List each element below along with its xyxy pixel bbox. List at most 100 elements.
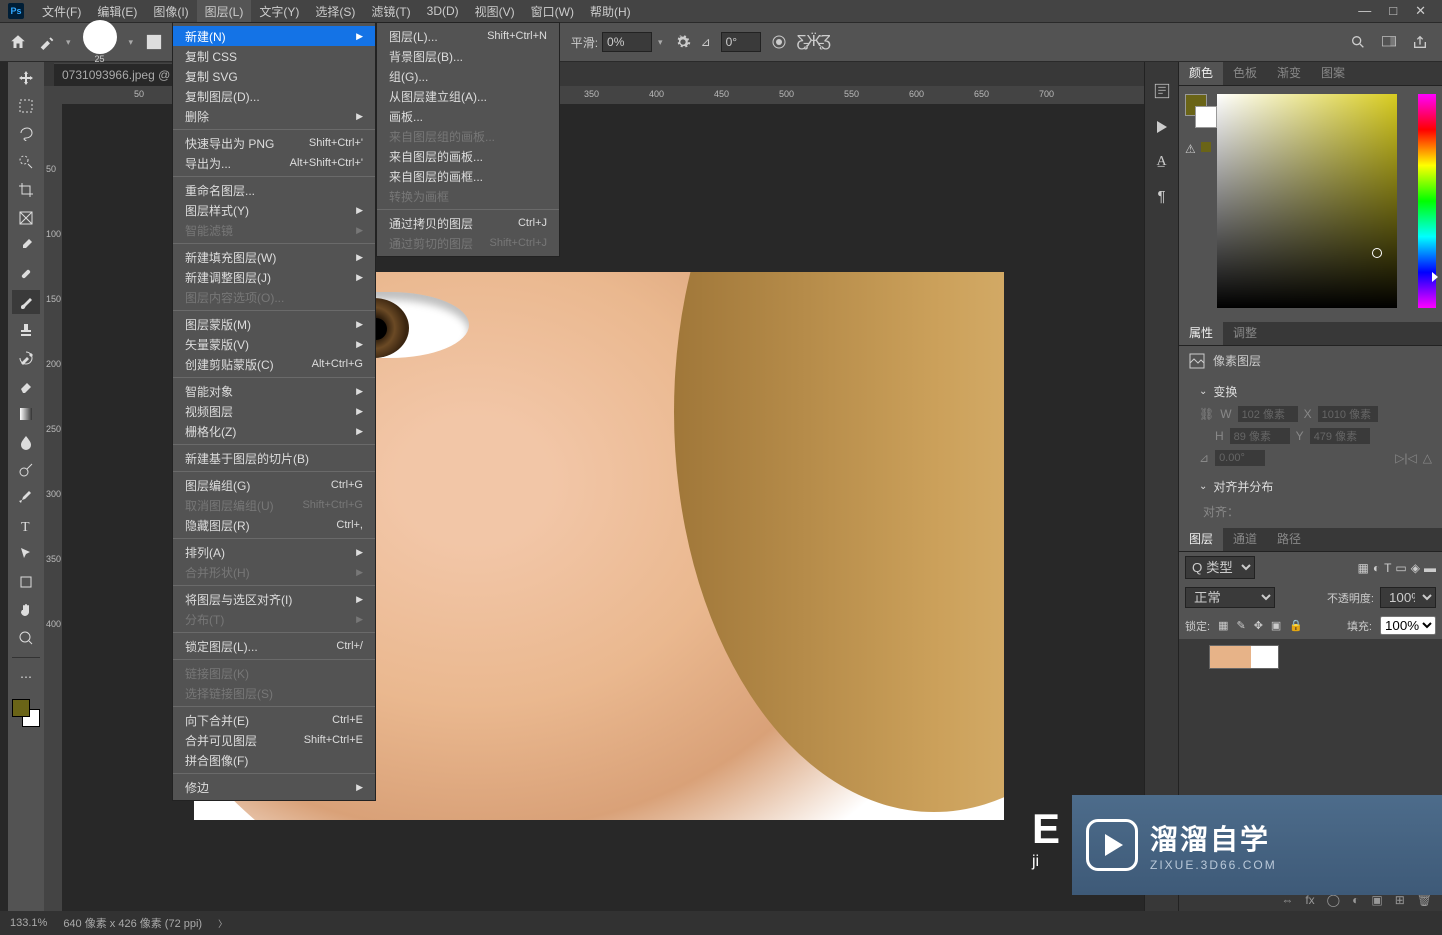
menu-item[interactable]: 快速导出为 PNGShift+Ctrl+'	[173, 133, 375, 153]
lock-paint-icon[interactable]: ✎	[1236, 619, 1245, 632]
menu-item[interactable]: 锁定图层(L)...Ctrl+/	[173, 636, 375, 656]
width-input[interactable]	[1238, 406, 1298, 422]
menu-item[interactable]: 导出为...Alt+Shift+Ctrl+'	[173, 153, 375, 173]
menu-item[interactable]: 图层样式(Y)▶	[173, 200, 375, 220]
frame-tool[interactable]	[12, 206, 40, 230]
menu-item[interactable]: 拼合图像(F)	[173, 750, 375, 770]
menu-item[interactable]: 矢量蒙版(V)▶	[173, 334, 375, 354]
blur-tool[interactable]	[12, 430, 40, 454]
menu-item[interactable]: 新建基于图层的切片(B)	[173, 448, 375, 468]
menu-item[interactable]: 将图层与选区对齐(I)▶	[173, 589, 375, 609]
dropdown-icon[interactable]: ▾	[127, 37, 136, 48]
hue-cursor[interactable]	[1432, 272, 1438, 282]
eraser-tool[interactable]	[12, 374, 40, 398]
menu-image[interactable]: 图像(I)	[145, 0, 196, 23]
tab-channels[interactable]: 通道	[1223, 526, 1267, 551]
color-cursor[interactable]	[1372, 248, 1382, 258]
path-select-tool[interactable]	[12, 542, 40, 566]
color-swatches[interactable]	[12, 699, 40, 727]
workspace-icon[interactable]	[1380, 34, 1398, 50]
lock-all-icon[interactable]: 🔒	[1289, 619, 1303, 632]
filter-smart-icon[interactable]: ◈	[1411, 561, 1420, 575]
search-icon[interactable]	[1350, 34, 1366, 50]
menu-help[interactable]: 帮助(H)	[582, 0, 639, 23]
menu-item[interactable]: 视频图层▶	[173, 401, 375, 421]
x-input[interactable]	[1318, 406, 1378, 422]
menu-select[interactable]: 选择(S)	[307, 0, 363, 23]
tab-gradients[interactable]: 渐变	[1267, 60, 1311, 85]
angle-input[interactable]: 0°	[721, 32, 761, 52]
menu-item[interactable]: 创建剪贴蒙版(C)Alt+Ctrl+G	[173, 354, 375, 374]
edit-toolbar-icon[interactable]: ⋯	[12, 665, 40, 689]
gradient-tool[interactable]	[12, 402, 40, 426]
menu-window[interactable]: 窗口(W)	[523, 0, 582, 23]
layer-opacity-input[interactable]: 100%	[1380, 587, 1436, 608]
height-input[interactable]	[1230, 428, 1290, 444]
menu-item[interactable]: 画板...	[377, 106, 559, 126]
tab-layers[interactable]: 图层	[1179, 526, 1223, 551]
menu-item[interactable]: 组(G)...	[377, 66, 559, 86]
menu-item[interactable]: 背景图层(B)...	[377, 46, 559, 66]
menu-item[interactable]: 图层蒙版(M)▶	[173, 314, 375, 334]
crop-tool[interactable]	[12, 178, 40, 202]
zoom-level[interactable]: 133.1%	[10, 917, 47, 929]
history-panel-icon[interactable]	[1153, 82, 1171, 100]
healing-tool[interactable]	[12, 262, 40, 286]
minimize-button[interactable]: —	[1358, 3, 1371, 19]
menu-3d[interactable]: 3D(D)	[419, 1, 467, 21]
menu-item[interactable]: 新建调整图层(J)▶	[173, 267, 375, 287]
shape-tool[interactable]	[12, 570, 40, 594]
share-icon[interactable]	[1412, 34, 1428, 50]
symmetry-icon[interactable]: Ƹ̵̡Ӝ̵̨̄Ʒ	[797, 33, 831, 51]
maximize-button[interactable]: □	[1389, 3, 1397, 19]
menu-item[interactable]: 复制 SVG	[173, 66, 375, 86]
filter-toggle[interactable]: ▬	[1424, 561, 1436, 575]
stamp-tool[interactable]	[12, 318, 40, 342]
filter-type-icon[interactable]: T	[1384, 561, 1391, 575]
filter-pixel-icon[interactable]: ▦	[1357, 561, 1368, 575]
move-tool[interactable]	[12, 66, 40, 90]
play-panel-icon[interactable]	[1153, 118, 1171, 136]
layer-thumbnail[interactable]	[1209, 645, 1279, 669]
menu-item[interactable]: 新建(N)▶	[173, 26, 375, 46]
menu-item[interactable]: 修边▶	[173, 777, 375, 797]
transform-section[interactable]: 变换	[1189, 377, 1432, 406]
menu-type[interactable]: 文字(Y)	[251, 0, 307, 23]
pen-tool[interactable]	[12, 486, 40, 510]
chevron-right-icon[interactable]: 〉	[218, 917, 227, 930]
menu-item[interactable]: 来自图层的画板...	[377, 146, 559, 166]
foreground-color-swatch[interactable]	[12, 699, 30, 717]
menu-filter[interactable]: 滤镜(T)	[363, 0, 418, 23]
menu-item[interactable]: 复制图层(D)...	[173, 86, 375, 106]
menu-item[interactable]: 图层编组(G)Ctrl+G	[173, 475, 375, 495]
blend-mode-select[interactable]: 正常	[1185, 587, 1275, 608]
paragraph-panel-icon[interactable]: ¶	[1157, 188, 1165, 205]
flip-v-icon[interactable]: △	[1423, 451, 1432, 465]
dodge-tool[interactable]	[12, 458, 40, 482]
tool-preset-icon[interactable]	[38, 34, 54, 50]
color-picker[interactable]: ⚠	[1179, 86, 1442, 322]
menu-item[interactable]: 隐藏图层(R)Ctrl+,	[173, 515, 375, 535]
filter-shape-icon[interactable]: ▭	[1395, 561, 1406, 575]
color-field[interactable]	[1217, 94, 1397, 308]
zoom-tool[interactable]	[12, 626, 40, 650]
smooth-input[interactable]: 0%	[602, 32, 652, 52]
lock-artboard-icon[interactable]: ▣	[1271, 619, 1281, 632]
home-icon[interactable]	[8, 32, 28, 52]
link-wh-icon[interactable]: ⛓	[1199, 407, 1214, 421]
menu-item[interactable]: 删除▶	[173, 106, 375, 126]
menu-layer[interactable]: 图层(L)	[197, 0, 252, 23]
char-panel-icon[interactable]: A̲	[1156, 154, 1166, 170]
layer-fill-input[interactable]: 100%	[1380, 616, 1436, 635]
menu-item[interactable]: 栅格化(Z)▶	[173, 421, 375, 441]
flip-h-icon[interactable]: ▷|◁	[1395, 451, 1417, 465]
menu-view[interactable]: 视图(V)	[467, 0, 523, 23]
lasso-tool[interactable]	[12, 122, 40, 146]
y-input[interactable]	[1310, 428, 1370, 444]
bg-swatch[interactable]	[1195, 106, 1217, 128]
dropdown-icon[interactable]: ▾	[656, 37, 665, 48]
tab-adjustments[interactable]: 调整	[1223, 320, 1267, 345]
menu-file[interactable]: 文件(F)	[34, 0, 89, 23]
menu-item[interactable]: 来自图层的画框...	[377, 166, 559, 186]
align-section[interactable]: 对齐并分布	[1189, 472, 1432, 501]
